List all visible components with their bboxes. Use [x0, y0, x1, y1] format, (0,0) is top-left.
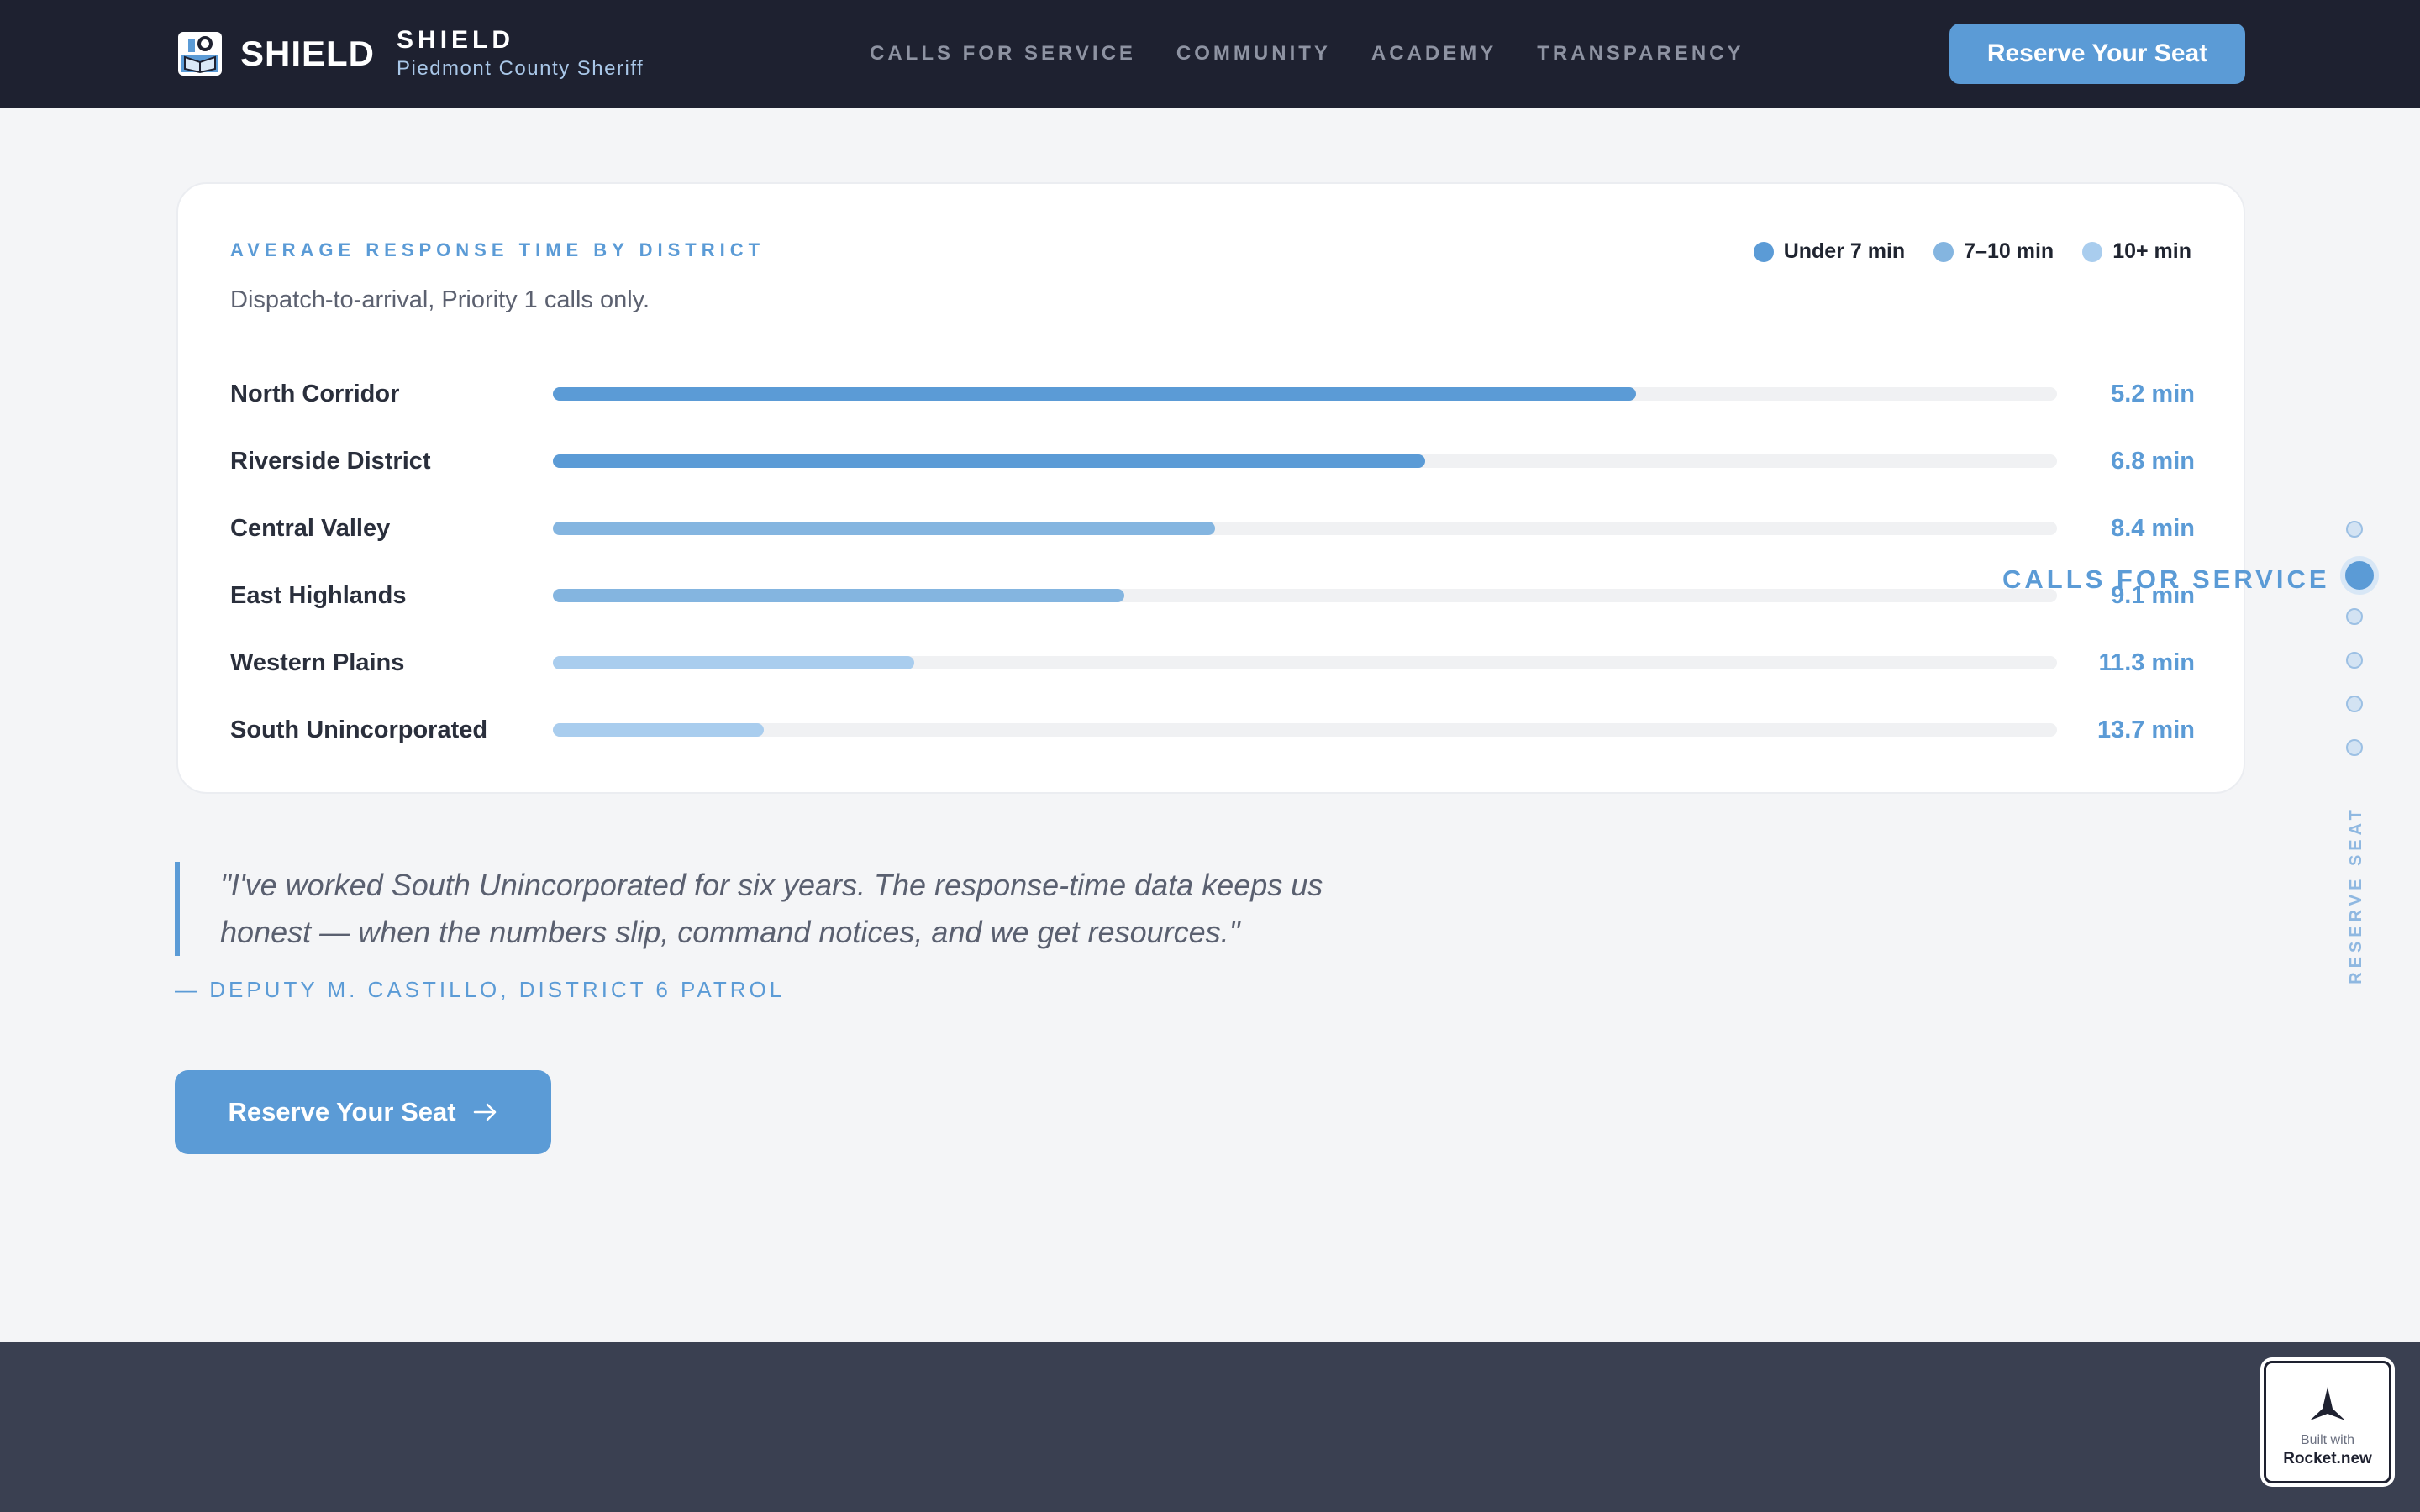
- primary-nav: CALLS FOR SERVICE COMMUNITY ACADEMY TRAN…: [870, 0, 1744, 108]
- chart-legend: Under 7 min 7–10 min 10+ min: [1753, 239, 2191, 264]
- reserve-seat-header-button[interactable]: Reserve Your Seat: [1949, 24, 2245, 84]
- response-time-value: 11.3 min: [2098, 648, 2195, 676]
- bar-fill: [553, 387, 1636, 401]
- legend-item-under-7: Under 7 min: [1753, 239, 1906, 264]
- response-time-value: 13.7 min: [2096, 716, 2195, 743]
- chart-row: Riverside District 6.8 min: [230, 428, 2195, 495]
- district-label: North Corridor: [230, 380, 400, 407]
- side-reserve-seat-link[interactable]: RESERVE SEAT: [2339, 806, 2373, 984]
- nav-calls-for-service[interactable]: CALLS FOR SERVICE: [870, 42, 1136, 66]
- brand-wordmark: SHIELD: [240, 34, 376, 73]
- brand-text: SHIELD Piedmont County Sheriff: [397, 25, 644, 82]
- bar-track: [553, 656, 2057, 669]
- bar-fill: [553, 454, 1426, 468]
- reserve-seat-button[interactable]: Reserve Your Seat: [175, 1070, 551, 1154]
- brand[interactable]: SHIELD SHIELD Piedmont County Sheriff: [176, 0, 644, 108]
- chart-title: AVERAGE RESPONSE TIME BY DISTRICT: [230, 239, 765, 260]
- footer: [0, 1342, 2420, 1512]
- legend-dot-icon: [2082, 241, 2103, 262]
- bar-track: [553, 454, 2057, 468]
- legend-item-7-10: 7–10 min: [1933, 239, 2054, 264]
- legend-dot-icon: [1933, 241, 1954, 262]
- district-label: East Highlands: [230, 581, 407, 609]
- chart-row: South Unincorporated 13.7 min: [230, 696, 2195, 764]
- section-dot-4[interactable]: [2346, 652, 2363, 669]
- response-time-value: 8.4 min: [2111, 514, 2195, 542]
- bar-track: [553, 387, 2057, 401]
- bar-fill: [553, 656, 914, 669]
- section-dot-6[interactable]: [2346, 739, 2363, 756]
- quote-text: "I've worked South Unincorporated for si…: [220, 868, 1323, 949]
- response-time-value: 5.2 min: [2111, 380, 2195, 407]
- legend-dot-icon: [1753, 241, 1774, 262]
- bar-fill: [553, 723, 764, 737]
- bar-track: [553, 522, 2057, 535]
- legend-label: Under 7 min: [1783, 239, 1906, 263]
- chart-row: Central Valley 8.4 min: [230, 495, 2195, 562]
- built-with-text: Built with: [2300, 1433, 2355, 1447]
- top-navigation-bar: SHIELD SHIELD Piedmont County Sheriff CA…: [0, 0, 2420, 108]
- bar-track: [553, 723, 2057, 737]
- nav-academy[interactable]: ACADEMY: [1371, 42, 1497, 66]
- built-with-badge[interactable]: Built with Rocket.new: [2264, 1361, 2391, 1483]
- nav-community[interactable]: COMMUNITY: [1176, 42, 1331, 66]
- brand-subtitle: Piedmont County Sheriff: [397, 57, 644, 80]
- section-dot-2[interactable]: [2340, 556, 2379, 595]
- quote-attribution: — DEPUTY M. CASTILLO, DISTRICT 6 PATROL: [175, 977, 786, 1002]
- book-badge-icon: [178, 32, 222, 76]
- chart-subtitle: Dispatch-to-arrival, Priority 1 calls on…: [230, 286, 650, 313]
- response-time-value: 6.8 min: [2111, 447, 2195, 475]
- legend-item-10-plus: 10+ min: [2082, 239, 2191, 264]
- district-label: South Unincorporated: [230, 716, 488, 743]
- rocket-icon: [2310, 1387, 2345, 1420]
- brand-name: SHIELD: [397, 26, 515, 54]
- side-reserve-seat-label: RESERVE SEAT: [2346, 805, 2365, 984]
- arrow-right-icon: [473, 1103, 496, 1121]
- chart-rows: North Corridor 5.2 min Riverside District 6…: [230, 360, 2195, 764]
- testimonial-quote: "I've worked South Unincorporated for si…: [175, 862, 1351, 956]
- bar-fill: [553, 589, 1125, 602]
- district-label: Riverside District: [230, 447, 431, 475]
- built-with-brand: Rocket.new: [2283, 1450, 2372, 1467]
- section-dot-3[interactable]: [2346, 608, 2363, 625]
- bar-fill: [553, 522, 1215, 535]
- district-label: Western Plains: [230, 648, 405, 676]
- legend-label: 7–10 min: [1964, 239, 2054, 263]
- response-time-card: AVERAGE RESPONSE TIME BY DISTRICT Dispat…: [176, 182, 2245, 794]
- side-nav-active-label: CALLS FOR SERVICE: [2002, 564, 2330, 594]
- legend-label: 10+ min: [2112, 239, 2191, 263]
- section-dot-5[interactable]: [2346, 696, 2363, 712]
- section-dot-1[interactable]: [2346, 521, 2363, 538]
- nav-transparency[interactable]: TRANSPARENCY: [1537, 42, 1744, 66]
- bar-track: [553, 589, 2057, 602]
- chart-row: East Highlands 9.1 min: [230, 562, 2195, 629]
- reserve-seat-label: Reserve Your Seat: [228, 1097, 456, 1126]
- district-label: Central Valley: [230, 514, 391, 542]
- chart-row: North Corridor 5.2 min: [230, 360, 2195, 428]
- chart-row: Western Plains 11.3 min: [230, 629, 2195, 696]
